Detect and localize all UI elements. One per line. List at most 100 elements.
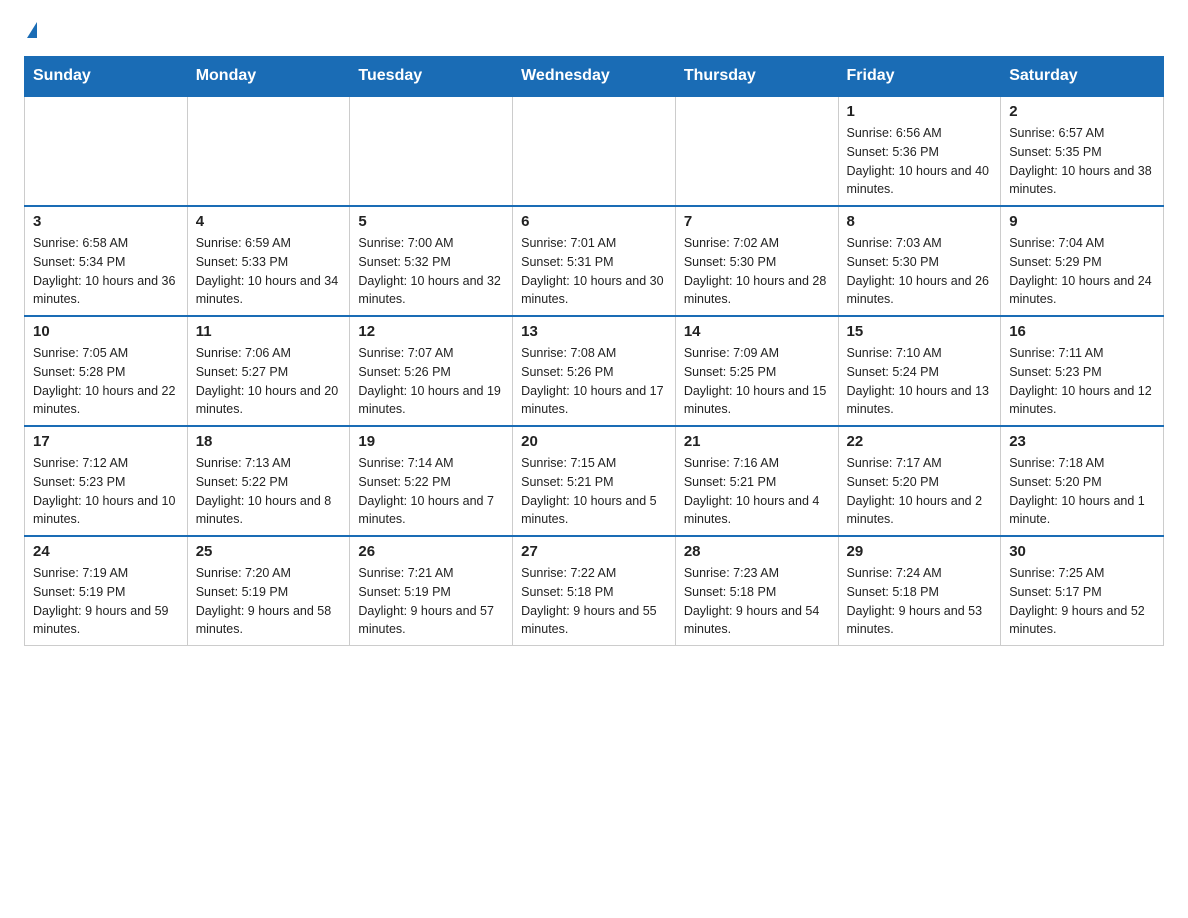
- day-detail: Sunrise: 7:14 AMSunset: 5:22 PMDaylight:…: [358, 454, 504, 529]
- calendar-day-cell: [513, 96, 676, 206]
- calendar-week-row: 1Sunrise: 6:56 AMSunset: 5:36 PMDaylight…: [25, 96, 1164, 206]
- calendar-day-cell: [25, 96, 188, 206]
- calendar-day-cell: 28 Sunrise: 7:23 AMSunset: 5:18 PMDayligh…: [675, 536, 838, 646]
- day-number: 4: [196, 213, 342, 230]
- day-detail: Sunrise: 7:12 AMSunset: 5:23 PMDaylight:…: [33, 454, 179, 529]
- day-detail: Sunrise: 7:04 AMSunset: 5:29 PMDaylight:…: [1009, 234, 1155, 309]
- day-number: 22: [847, 433, 993, 450]
- calendar-day-cell: [675, 96, 838, 206]
- calendar-day-cell: 4 Sunrise: 6:59 AMSunset: 5:33 PMDaylight…: [187, 206, 350, 316]
- day-detail: Sunrise: 7:06 AMSunset: 5:27 PMDaylight:…: [196, 344, 342, 419]
- calendar-day-cell: 30 Sunrise: 7:25 AMSunset: 5:17 PMDayligh…: [1001, 536, 1164, 646]
- day-number: 8: [847, 213, 993, 230]
- day-number: 27: [521, 543, 667, 560]
- calendar-day-cell: 27 Sunrise: 7:22 AMSunset: 5:18 PMDayligh…: [513, 536, 676, 646]
- calendar-day-cell: 24 Sunrise: 7:19 AMSunset: 5:19 PMDayligh…: [25, 536, 188, 646]
- calendar-day-cell: 29 Sunrise: 7:24 AMSunset: 5:18 PMDayligh…: [838, 536, 1001, 646]
- calendar-day-cell: 7 Sunrise: 7:02 AMSunset: 5:30 PMDaylight…: [675, 206, 838, 316]
- day-of-week-header: Sunday: [25, 57, 188, 97]
- day-detail: Sunrise: 7:02 AMSunset: 5:30 PMDaylight:…: [684, 234, 830, 309]
- day-number: 11: [196, 323, 342, 340]
- day-number: 13: [521, 323, 667, 340]
- calendar-day-cell: 19 Sunrise: 7:14 AMSunset: 5:22 PMDayligh…: [350, 426, 513, 536]
- calendar-day-cell: 9 Sunrise: 7:04 AMSunset: 5:29 PMDaylight…: [1001, 206, 1164, 316]
- day-number: 25: [196, 543, 342, 560]
- day-of-week-header: Wednesday: [513, 57, 676, 97]
- day-number: 2: [1009, 103, 1155, 120]
- calendar-day-cell: 8 Sunrise: 7:03 AMSunset: 5:30 PMDaylight…: [838, 206, 1001, 316]
- calendar-day-cell: 10 Sunrise: 7:05 AMSunset: 5:28 PMDayligh…: [25, 316, 188, 426]
- calendar-day-cell: 13 Sunrise: 7:08 AMSunset: 5:26 PMDayligh…: [513, 316, 676, 426]
- calendar-day-cell: 3 Sunrise: 6:58 AMSunset: 5:34 PMDaylight…: [25, 206, 188, 316]
- day-number: 5: [358, 213, 504, 230]
- day-number: 6: [521, 213, 667, 230]
- day-detail: Sunrise: 7:07 AMSunset: 5:26 PMDaylight:…: [358, 344, 504, 419]
- logo: [24, 24, 37, 40]
- day-detail: Sunrise: 7:13 AMSunset: 5:22 PMDaylight:…: [196, 454, 342, 529]
- day-number: 20: [521, 433, 667, 450]
- day-detail: Sunrise: 7:05 AMSunset: 5:28 PMDaylight:…: [33, 344, 179, 419]
- day-of-week-header: Saturday: [1001, 57, 1164, 97]
- calendar-day-cell: 21 Sunrise: 7:16 AMSunset: 5:21 PMDayligh…: [675, 426, 838, 536]
- day-number: 29: [847, 543, 993, 560]
- day-number: 18: [196, 433, 342, 450]
- day-number: 21: [684, 433, 830, 450]
- day-number: 23: [1009, 433, 1155, 450]
- calendar-day-cell: 12 Sunrise: 7:07 AMSunset: 5:26 PMDayligh…: [350, 316, 513, 426]
- day-detail: Sunrise: 7:11 AMSunset: 5:23 PMDaylight:…: [1009, 344, 1155, 419]
- day-detail: Sunrise: 7:08 AMSunset: 5:26 PMDaylight:…: [521, 344, 667, 419]
- day-number: 28: [684, 543, 830, 560]
- calendar-week-row: 3 Sunrise: 6:58 AMSunset: 5:34 PMDaylight…: [25, 206, 1164, 316]
- day-detail: Sunrise: 6:59 AMSunset: 5:33 PMDaylight:…: [196, 234, 342, 309]
- day-detail: Sunrise: 7:23 AMSunset: 5:18 PMDaylight:…: [684, 564, 830, 639]
- day-detail: Sunrise: 7:21 AMSunset: 5:19 PMDaylight:…: [358, 564, 504, 639]
- day-detail: Sunrise: 7:25 AMSunset: 5:17 PMDaylight:…: [1009, 564, 1155, 639]
- day-detail: Sunrise: 6:56 AMSunset: 5:36 PMDaylight:…: [847, 124, 993, 199]
- logo-triangle-icon: [27, 22, 37, 38]
- calendar-day-cell: 5 Sunrise: 7:00 AMSunset: 5:32 PMDaylight…: [350, 206, 513, 316]
- day-number: 30: [1009, 543, 1155, 560]
- day-detail: Sunrise: 7:19 AMSunset: 5:19 PMDaylight:…: [33, 564, 179, 639]
- day-detail: Sunrise: 7:24 AMSunset: 5:18 PMDaylight:…: [847, 564, 993, 639]
- day-number: 10: [33, 323, 179, 340]
- day-number: 7: [684, 213, 830, 230]
- calendar-day-cell: 17 Sunrise: 7:12 AMSunset: 5:23 PMDayligh…: [25, 426, 188, 536]
- day-detail: Sunrise: 7:15 AMSunset: 5:21 PMDaylight:…: [521, 454, 667, 529]
- calendar-header-row: SundayMondayTuesdayWednesdayThursdayFrid…: [25, 57, 1164, 97]
- calendar-day-cell: 22Sunrise: 7:17 AMSunset: 5:20 PMDayligh…: [838, 426, 1001, 536]
- day-number: 24: [33, 543, 179, 560]
- day-number: 19: [358, 433, 504, 450]
- page-header: [24, 24, 1164, 40]
- calendar-week-row: 24 Sunrise: 7:19 AMSunset: 5:19 PMDayligh…: [25, 536, 1164, 646]
- day-detail: Sunrise: 6:58 AMSunset: 5:34 PMDaylight:…: [33, 234, 179, 309]
- day-of-week-header: Friday: [838, 57, 1001, 97]
- day-detail: Sunrise: 7:16 AMSunset: 5:21 PMDaylight:…: [684, 454, 830, 529]
- calendar-day-cell: 6Sunrise: 7:01 AMSunset: 5:31 PMDaylight…: [513, 206, 676, 316]
- calendar-day-cell: 25Sunrise: 7:20 AMSunset: 5:19 PMDayligh…: [187, 536, 350, 646]
- calendar-week-row: 17 Sunrise: 7:12 AMSunset: 5:23 PMDayligh…: [25, 426, 1164, 536]
- day-detail: Sunrise: 7:18 AMSunset: 5:20 PMDaylight:…: [1009, 454, 1155, 529]
- day-of-week-header: Monday: [187, 57, 350, 97]
- day-number: 26: [358, 543, 504, 560]
- calendar-day-cell: 16 Sunrise: 7:11 AMSunset: 5:23 PMDayligh…: [1001, 316, 1164, 426]
- calendar-day-cell: [350, 96, 513, 206]
- calendar-day-cell: 18 Sunrise: 7:13 AMSunset: 5:22 PMDayligh…: [187, 426, 350, 536]
- day-number: 14: [684, 323, 830, 340]
- calendar-day-cell: 2 Sunrise: 6:57 AMSunset: 5:35 PMDaylight…: [1001, 96, 1164, 206]
- calendar-week-row: 10 Sunrise: 7:05 AMSunset: 5:28 PMDayligh…: [25, 316, 1164, 426]
- day-detail: Sunrise: 7:22 AMSunset: 5:18 PMDaylight:…: [521, 564, 667, 639]
- calendar-day-cell: [187, 96, 350, 206]
- day-detail: Sunrise: 6:57 AMSunset: 5:35 PMDaylight:…: [1009, 124, 1155, 199]
- day-detail: Sunrise: 7:00 AMSunset: 5:32 PMDaylight:…: [358, 234, 504, 309]
- calendar-day-cell: 15Sunrise: 7:10 AMSunset: 5:24 PMDayligh…: [838, 316, 1001, 426]
- day-number: 3: [33, 213, 179, 230]
- calendar-table: SundayMondayTuesdayWednesdayThursdayFrid…: [24, 56, 1164, 646]
- day-detail: Sunrise: 7:03 AMSunset: 5:30 PMDaylight:…: [847, 234, 993, 309]
- day-detail: Sunrise: 7:09 AMSunset: 5:25 PMDaylight:…: [684, 344, 830, 419]
- calendar-day-cell: 26 Sunrise: 7:21 AMSunset: 5:19 PMDayligh…: [350, 536, 513, 646]
- day-number: 17: [33, 433, 179, 450]
- day-number: 16: [1009, 323, 1155, 340]
- day-number: 12: [358, 323, 504, 340]
- day-number: 9: [1009, 213, 1155, 230]
- calendar-day-cell: 23 Sunrise: 7:18 AMSunset: 5:20 PMDayligh…: [1001, 426, 1164, 536]
